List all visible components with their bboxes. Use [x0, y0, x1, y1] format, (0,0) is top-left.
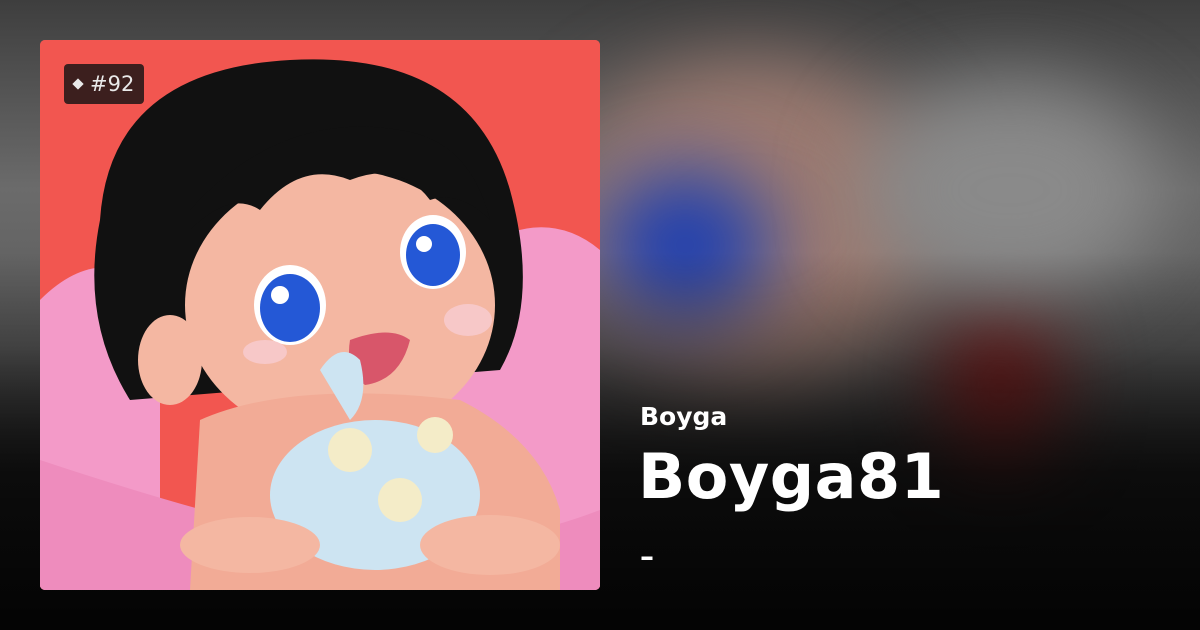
rank-badge-text: #92 — [90, 72, 135, 96]
release-title: Boyga81 — [638, 440, 945, 513]
artist-name[interactable]: Boyga — [640, 402, 727, 431]
rank-badge: #92 — [64, 64, 145, 104]
diamond-icon — [72, 78, 84, 90]
release-subtitle: – — [640, 540, 654, 573]
cover-illustration — [40, 40, 600, 590]
cover-art[interactable]: #92 — [40, 40, 600, 590]
